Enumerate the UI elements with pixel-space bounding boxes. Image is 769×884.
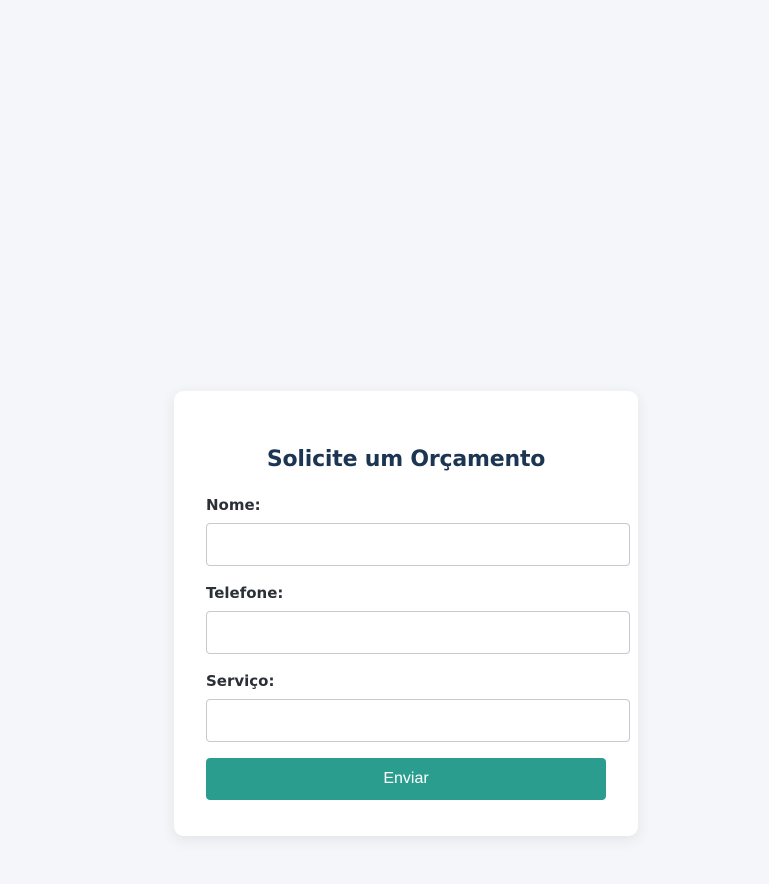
form-title: Solicite um Orçamento <box>266 447 546 472</box>
name-input[interactable] <box>206 523 630 566</box>
phone-label: Telefone: <box>206 584 284 602</box>
service-label: Serviço: <box>206 672 275 690</box>
phone-input[interactable] <box>206 611 630 654</box>
page: Solicite um Orçamento Nome: Telefone: Se… <box>0 0 769 884</box>
quote-request-form: Solicite um Orçamento Nome: Telefone: Se… <box>174 391 638 836</box>
service-input[interactable] <box>206 699 630 742</box>
name-label: Nome: <box>206 496 261 514</box>
submit-button[interactable]: Enviar <box>206 758 606 800</box>
